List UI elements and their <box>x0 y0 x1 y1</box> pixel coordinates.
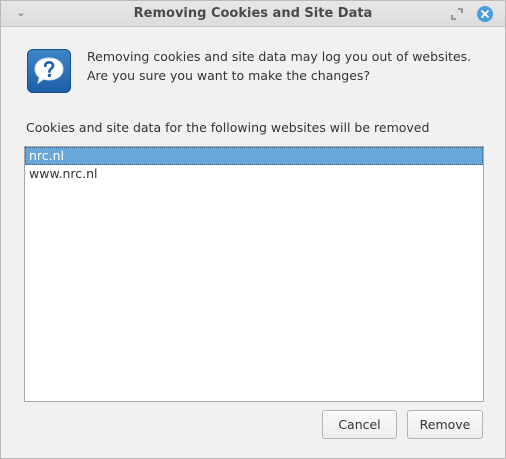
close-icon[interactable] <box>477 6 493 22</box>
confirmation-message: Removing cookies and site data may log y… <box>87 49 472 83</box>
list-item[interactable]: nrc.nl <box>25 147 483 165</box>
restore-icon[interactable] <box>450 7 464 21</box>
cancel-button[interactable]: Cancel <box>322 410 397 439</box>
remove-button[interactable]: Remove <box>407 410 483 439</box>
list-item[interactable]: www.nrc.nl <box>25 165 483 183</box>
dialog-window: ⌄ Removing Cookies and Site Data Removin… <box>0 0 506 459</box>
window-title: Removing Cookies and Site Data <box>133 6 373 21</box>
titlebar[interactable]: ⌄ Removing Cookies and Site Data <box>1 1 505 27</box>
question-icon <box>27 49 71 93</box>
list-label: Cookies and site data for the following … <box>26 120 430 135</box>
website-list[interactable]: nrc.nl www.nrc.nl <box>24 146 484 402</box>
